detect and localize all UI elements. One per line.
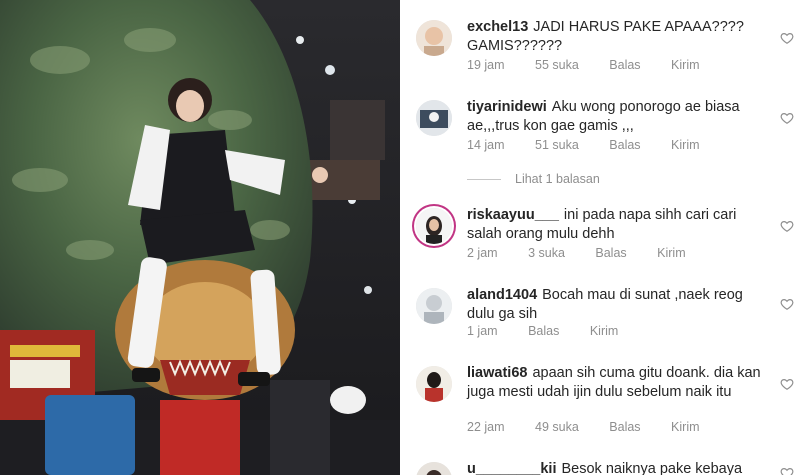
comment-text: liawati68 apaan sih cuma gitu doank. dia … <box>467 364 763 402</box>
comment-time[interactable]: 1 jam <box>467 324 498 338</box>
comment-time[interactable]: 22 jam <box>467 420 505 434</box>
comment-meta: 14 jam 51 suka Balas Kirim <box>467 138 727 152</box>
heart-outline-icon[interactable] <box>780 31 794 45</box>
divider <box>467 179 501 181</box>
comment-text: exchel13 JADI HARUS PAKE APAAA???? GAMIS?… <box>467 18 763 56</box>
avatar[interactable] <box>416 208 452 244</box>
heart-outline-icon[interactable] <box>780 377 794 391</box>
comment-time[interactable]: 14 jam <box>467 138 505 152</box>
comment-username[interactable]: liawati68 <box>467 365 527 381</box>
heart-outline-icon[interactable] <box>780 219 794 233</box>
avatar[interactable] <box>416 20 452 56</box>
avatar[interactable] <box>416 366 452 402</box>
comment-text: tiyarinidewi Aku wong ponorogo ae biasa a… <box>467 98 763 136</box>
reply-button[interactable]: Balas <box>609 58 640 72</box>
avatar[interactable] <box>416 288 452 324</box>
view-replies-link[interactable]: Lihat 1 balasan <box>467 172 600 186</box>
post-photo <box>0 0 400 475</box>
comment-time[interactable]: 2 jam <box>467 246 498 260</box>
send-button[interactable]: Kirim <box>671 420 699 434</box>
comment-time[interactable]: 19 jam <box>467 58 505 72</box>
heart-outline-icon[interactable] <box>780 297 794 311</box>
reply-button[interactable]: Balas <box>595 246 626 260</box>
comment-likes[interactable]: 49 suka <box>535 420 579 434</box>
avatar[interactable] <box>416 462 452 475</box>
comment-username[interactable]: aland1404 <box>467 287 537 303</box>
send-button[interactable]: Kirim <box>671 58 699 72</box>
comment-username[interactable]: exchel13 <box>467 19 528 35</box>
comment-meta: 22 jam 49 suka Balas Kirim <box>467 420 727 434</box>
comment-likes[interactable]: 51 suka <box>535 138 579 152</box>
comment-username[interactable]: u________kii <box>467 461 557 475</box>
send-button[interactable]: Kirim <box>657 246 685 260</box>
comment-meta: 2 jam 3 suka Balas Kirim <box>467 246 713 260</box>
comment-meta: 19 jam 55 suka Balas Kirim <box>467 58 727 72</box>
comment-username[interactable]: tiyarinidewi <box>467 99 547 115</box>
comment-likes[interactable]: 55 suka <box>535 58 579 72</box>
reply-button[interactable]: Balas <box>609 138 640 152</box>
send-button[interactable]: Kirim <box>671 138 699 152</box>
reply-button[interactable]: Balas <box>528 324 559 338</box>
comment-meta: 1 jam Balas Kirim <box>467 324 645 338</box>
send-button[interactable]: Kirim <box>590 324 618 338</box>
comment-username[interactable]: riskaayuu___ <box>467 207 559 223</box>
comment-likes[interactable]: 3 suka <box>528 246 565 260</box>
comment-text: u________kii Besok naiknya pake kebaya <box>467 460 763 475</box>
comment-text: aland1404 Bocah mau di sunat ,naek reog d… <box>467 286 763 324</box>
reply-button[interactable]: Balas <box>609 420 640 434</box>
comment-body: Besok naiknya pake kebaya <box>561 461 743 475</box>
comment-text: riskaayuu___ ini pada napa sihh cari cari… <box>467 206 763 244</box>
comments-panel: exchel13 JADI HARUS PAKE APAAA???? GAMIS?… <box>400 0 800 475</box>
view-replies-label[interactable]: Lihat 1 balasan <box>515 172 600 186</box>
avatar[interactable] <box>416 100 452 136</box>
heart-outline-icon[interactable] <box>780 466 794 475</box>
heart-outline-icon[interactable] <box>780 111 794 125</box>
